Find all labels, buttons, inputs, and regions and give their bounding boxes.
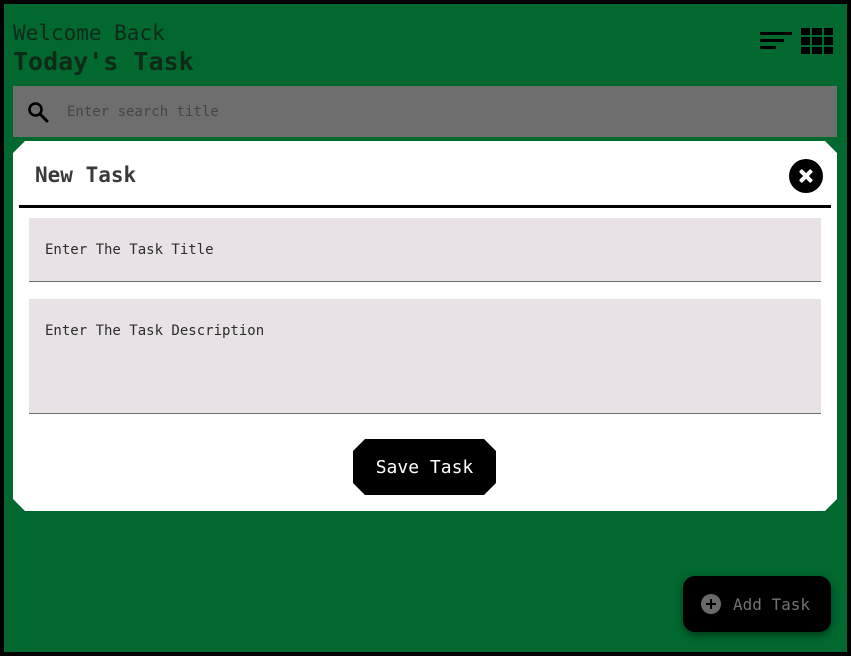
new-task-modal: New Task Save Task	[13, 141, 837, 511]
task-description-input[interactable]	[29, 299, 821, 414]
grid-view-icon[interactable]	[801, 28, 833, 54]
app-window: Welcome Back Today's Task New Task Save …	[0, 0, 851, 656]
add-task-button[interactable]: Add Task	[683, 576, 831, 632]
sort-icon[interactable]	[760, 29, 792, 53]
task-title-input[interactable]	[29, 218, 821, 282]
add-task-label: Add Task	[733, 594, 811, 614]
search-icon	[27, 101, 49, 123]
header: Welcome Back Today's Task	[13, 20, 194, 78]
close-icon[interactable]	[789, 159, 823, 193]
search-input[interactable]	[67, 86, 837, 137]
modal-divider	[19, 205, 831, 208]
modal-title: New Task	[35, 163, 137, 187]
save-task-button[interactable]: Save Task	[353, 439, 496, 495]
plus-circle-icon	[701, 594, 721, 614]
page-title: Today's Task	[13, 47, 194, 76]
welcome-text: Welcome Back	[13, 21, 165, 45]
header-actions	[760, 28, 833, 54]
search-bar	[13, 86, 837, 137]
